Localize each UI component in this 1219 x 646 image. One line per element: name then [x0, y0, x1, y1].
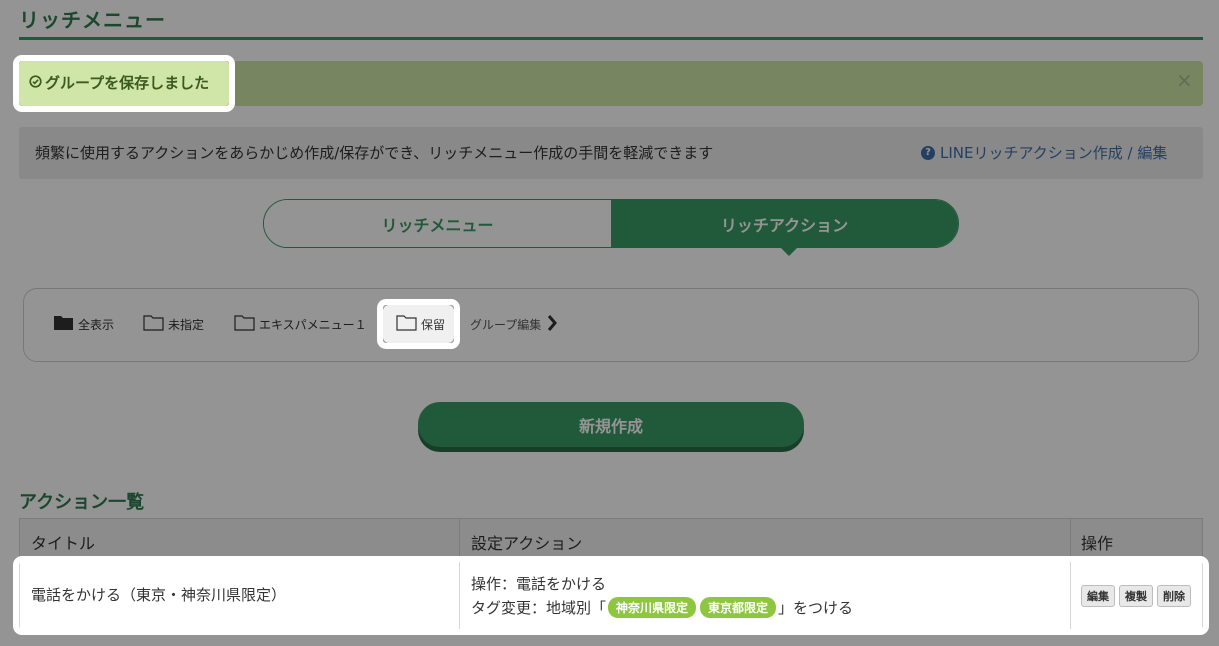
tutorial-overlay: [0, 0, 1219, 646]
